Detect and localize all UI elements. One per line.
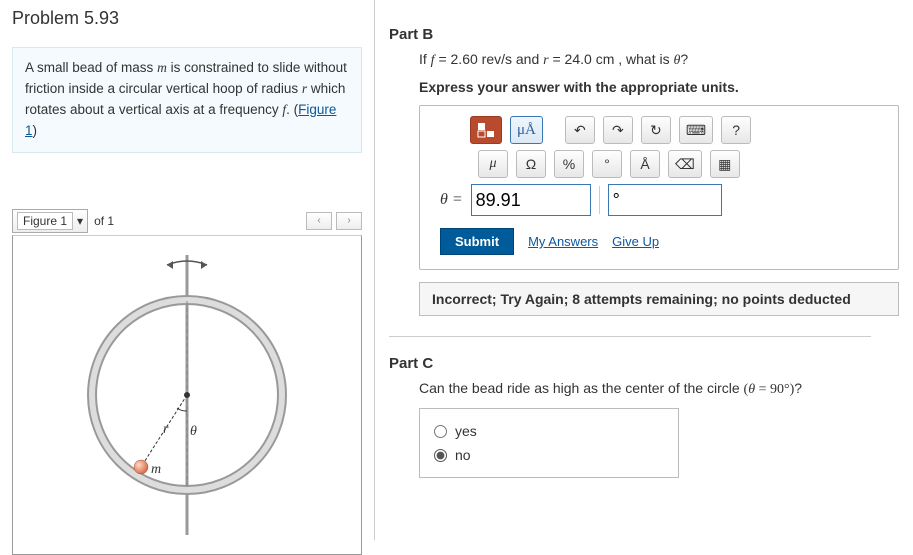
- reset-button[interactable]: ↻: [641, 116, 671, 144]
- keyboard-button[interactable]: ⌨: [679, 116, 713, 144]
- diagram-r-label: r: [163, 422, 169, 437]
- template-button[interactable]: [470, 116, 502, 144]
- radio-yes[interactable]: [434, 425, 447, 438]
- diagram-m-label: m: [151, 462, 161, 477]
- radio-panel: yes no: [419, 408, 679, 478]
- redo-button[interactable]: ↷: [603, 116, 633, 144]
- q-b-s4: , what is: [614, 51, 673, 67]
- part-c-heading: Part C: [389, 355, 899, 372]
- q-b-revs: rev/s: [482, 51, 512, 67]
- chevron-down-icon: ▾: [77, 214, 83, 228]
- theta-equals: θ =: [434, 191, 463, 209]
- part-b-heading: Part B: [389, 26, 899, 43]
- give-up-link[interactable]: Give Up: [612, 234, 659, 249]
- q-c-s0: Can the bead ride as high as the center …: [419, 380, 744, 396]
- stmt-s4: ): [33, 123, 38, 138]
- answer-panel: μÅ ↶ ↷ ↻ ⌨ ? μ Ω % ° Å ⌫ ▦: [419, 105, 899, 270]
- figure-diagram: r θ m: [12, 235, 362, 555]
- degree-button[interactable]: °: [592, 150, 622, 178]
- input-separator: [599, 186, 600, 214]
- percent-button[interactable]: %: [554, 150, 584, 178]
- backspace-button[interactable]: ⌫: [668, 150, 702, 178]
- angstrom-button[interactable]: Å: [630, 150, 660, 178]
- stmt-m: m: [157, 60, 167, 75]
- help-button[interactable]: ?: [721, 116, 751, 144]
- figure-prev-button[interactable]: ‹: [306, 212, 332, 230]
- figure-next-button[interactable]: ›: [336, 212, 362, 230]
- part-b-question: If f = 2.60 rev/s and r = 24.0 cm , what…: [419, 51, 899, 69]
- stmt-s3: . (: [286, 102, 298, 117]
- figure-select-label: Figure 1: [17, 212, 73, 230]
- q-b-s3: = 24.0: [549, 51, 596, 67]
- q-b-cm: cm: [596, 51, 615, 67]
- submit-button[interactable]: Submit: [440, 228, 514, 255]
- section-divider: [389, 336, 871, 337]
- q-b-s0: If: [419, 51, 431, 67]
- q-b-s1: = 2.60: [435, 51, 482, 67]
- undo-button[interactable]: ↶: [565, 116, 595, 144]
- q-b-qmark: ?: [680, 51, 688, 67]
- omega-button[interactable]: Ω: [516, 150, 546, 178]
- feedback-box: Incorrect; Try Again; 8 attempts remaini…: [419, 282, 899, 316]
- stmt-s0: A small bead of mass: [25, 60, 157, 75]
- units-note: Express your answer with the appropriate…: [419, 79, 899, 95]
- my-answers-link[interactable]: My Answers: [528, 234, 598, 249]
- part-c-question: Can the bead ride as high as the center …: [419, 380, 899, 398]
- answer-value-input[interactable]: [471, 184, 591, 216]
- q-c-qmark: ?: [794, 380, 802, 396]
- answer-unit-input[interactable]: [608, 184, 722, 216]
- units-button[interactable]: μÅ: [510, 116, 543, 144]
- problem-statement: A small bead of mass m is constrained to…: [12, 47, 362, 153]
- figure-section: Figure 1 ▾ of 1 ‹ ›: [12, 209, 362, 555]
- radio-no[interactable]: [434, 449, 447, 462]
- figure-select[interactable]: Figure 1 ▾: [12, 209, 88, 233]
- radio-yes-label: yes: [455, 423, 477, 439]
- diagram-theta-label: θ: [190, 424, 197, 439]
- radio-no-label: no: [455, 447, 471, 463]
- problem-title: Problem 5.93: [12, 8, 362, 29]
- mu-button[interactable]: μ: [478, 150, 508, 178]
- q-b-s2: and: [512, 51, 543, 67]
- figure-of-text: of 1: [94, 214, 114, 228]
- calc-button[interactable]: ▦: [710, 150, 740, 178]
